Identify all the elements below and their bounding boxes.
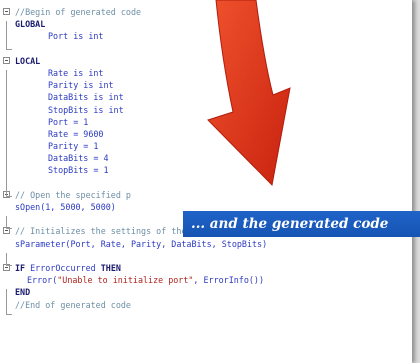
code-line: IF ErrorOccurred THEN: [0, 262, 412, 274]
if-statement: IF ErrorOccurred THEN: [15, 262, 121, 274]
code-line: END: [0, 286, 412, 298]
assignment-text: Rate = 9600: [48, 128, 104, 139]
keyword-if: IF: [15, 262, 26, 273]
declaration-text: Rate is int: [48, 67, 104, 78]
declaration-text: Port is int: [48, 31, 104, 42]
fold-toggle-icon[interactable]: [3, 8, 10, 15]
keyword-end: END: [15, 287, 31, 298]
assignment-text: Port = 1: [48, 116, 89, 127]
declaration-text: Parity is int: [48, 80, 114, 91]
block-bracket-cap: [6, 196, 12, 197]
block-bracket: [6, 253, 7, 265]
declaration-text: DataBits is int: [48, 92, 124, 103]
block-bracket-cap: [6, 228, 12, 229]
code-line: //End of generated code: [0, 299, 412, 311]
block-bracket: [6, 216, 7, 228]
keyword-global: GLOBAL: [15, 19, 46, 30]
block-bracket-cap: [6, 49, 12, 50]
assignment-text: StopBits = 1: [48, 165, 109, 176]
block-bracket: [6, 21, 7, 49]
declaration-text: StopBits is int: [48, 104, 124, 115]
assignment-text: Parity = 1: [48, 141, 99, 152]
comment-text: //Begin of generated code: [15, 7, 142, 17]
code-line: sParameter(Port, Rate, Parity, DataBits,…: [0, 238, 412, 250]
code-line: Error("Unable to initialize port", Error…: [0, 274, 412, 286]
function-call-text: sParameter(Port, Rate, Parity, DataBits,…: [15, 238, 268, 249]
function-name-text: Error(: [27, 275, 58, 286]
comment-text: //End of generated code: [15, 299, 131, 310]
variable-text: ErrorOccurred: [30, 262, 96, 273]
fold-toggle-icon[interactable]: [3, 56, 10, 64]
caption-banner: ... and the generated code: [183, 211, 420, 237]
function-args-text: , ErrorInfo()): [193, 275, 264, 286]
keyword-then: THEN: [100, 262, 121, 273]
string-literal: "Unable to initialize port": [57, 275, 194, 286]
function-call-text: sOpen(1, 5000, 5000): [15, 202, 116, 212]
keyword-local: LOCAL: [15, 55, 41, 66]
block-bracket-cap: [6, 314, 12, 315]
red-arrow-icon: [207, 0, 291, 187]
error-call: Error("Unable to initialize port", Error…: [27, 274, 264, 286]
block-bracket-cap: [6, 265, 12, 266]
block-bracket: [6, 70, 7, 196]
comment-text: // Open the specified p: [15, 189, 131, 200]
assignment-text: DataBits = 4: [48, 153, 109, 164]
block-bracket: [6, 289, 7, 314]
